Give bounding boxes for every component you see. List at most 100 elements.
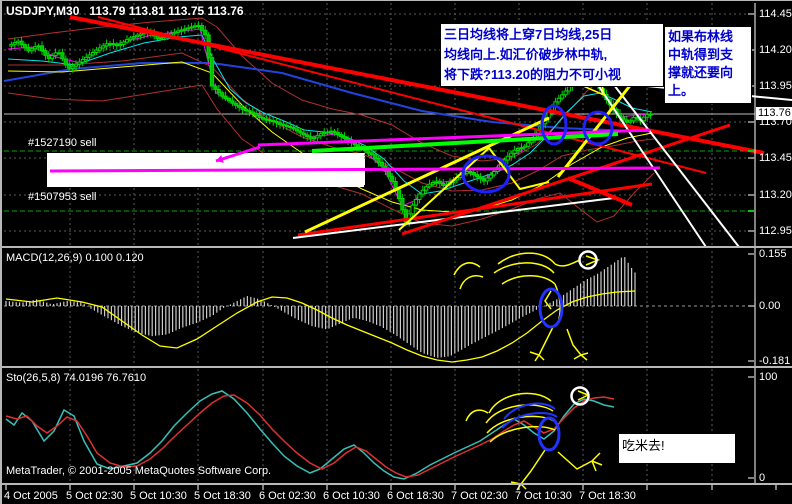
candle-body [226,98,232,102]
candle-body [220,92,225,97]
macd-bird-stroke [459,275,484,290]
candle-body [19,40,24,46]
candle-body [560,94,565,99]
candle-body [379,161,385,167]
annotation-box-ma-forecast[interactable]: 三日均线将上穿7日均线,25日 均线向上.如汇价破步林中轨, 将下跌?113.2… [440,23,664,87]
sto-bird-stroke [577,390,590,401]
macd-bird-body-ellipse [538,287,564,329]
sto-scale-label: 0 [759,472,766,484]
price-scale-label: 114.45 [759,8,792,20]
candle-body [101,45,106,49]
candle-body [308,136,313,139]
sto-bird-stroke [510,481,522,485]
trade-label-sell-2: #1507953 sell [28,191,97,203]
candle-body [471,172,476,176]
candle-body [240,106,245,110]
trend-line [613,84,740,248]
candle-body [63,58,68,66]
candle-body [233,102,238,106]
candle-body [16,40,21,44]
candle-body [223,95,228,100]
candle-body [141,32,147,35]
candle-body [509,152,514,157]
candle-body [464,171,470,174]
candle-body [393,181,398,191]
annotation-box-bollinger[interactable]: 如果布林线 中轨得到支 撑就还要向 上。 [664,26,752,104]
candle-body [318,133,323,137]
candle-body [359,146,364,150]
candle-body [345,138,351,142]
candle-body [230,100,235,104]
time-axis-label: 5 Oct 18:30 [194,490,251,502]
candle-body [546,111,551,119]
candle-body [56,52,62,55]
candle-body [124,39,130,43]
candle-body [213,85,218,90]
candle-body [80,59,85,63]
candle-body [604,93,609,101]
candle-body [46,54,51,59]
candle-body [67,64,72,69]
candle-body [441,182,446,186]
candle-body [298,130,303,134]
candle-body [475,174,480,178]
candle-body [648,113,653,116]
macd-bird-stroke [585,255,601,266]
mt4-chart-window[interactable]: USDJPY,M30 113.79 113.81 113.75 113.76 MA… [0,0,792,504]
price-scale-label: 113.20 [759,189,792,201]
candle-body [186,27,191,30]
candle-body [515,148,521,151]
candle-body [131,36,136,39]
candle-body [430,182,436,185]
trend-line [398,146,550,231]
candle-body [169,33,174,36]
candle-body [152,32,157,37]
time-axis-label: 7 Oct 10:30 [515,490,572,502]
candle-body [424,186,429,191]
candle-body [175,30,181,33]
copyright-label: MetaTrader, © 2001-2005 MetaQuotes Softw… [6,465,272,477]
candle-body [434,180,439,183]
time-axis-label: 7 Oct 02:30 [451,490,508,502]
candle-body [611,104,616,110]
candle-body [84,56,89,61]
candle-body [165,34,170,37]
candle-body [250,111,255,114]
candle-body [522,145,527,149]
candle-body [274,120,279,124]
candle-body [43,50,48,56]
candle-body [563,90,568,96]
candle-body [478,176,483,180]
price-scale-label: 114.20 [759,44,792,56]
candle-body [118,43,123,47]
candle-body [257,115,262,119]
annotation-box-chicken[interactable]: 吃米去! [619,434,735,463]
candle-body [410,204,415,215]
candle-body [600,88,606,95]
candle-body [447,181,453,185]
candle-body [237,104,242,108]
macd-bird-stroke [529,351,540,356]
candle-body [155,35,160,40]
current-price-badge: 113.76 [756,107,792,120]
macd-bird-stroke [580,352,589,356]
candle-body [342,136,347,140]
candle-body [645,114,650,118]
candle-body [121,41,126,45]
candle-body [553,101,558,108]
macd-bird-stroke [534,354,540,362]
candle-body [638,118,643,122]
macd-bird-stroke [544,290,552,310]
annotation-box-breakout[interactable]: 还可以这样画， 突破--回抽--继续上涨 [47,153,365,185]
candle-body [495,167,500,173]
candle-body [77,61,82,65]
candle-body [532,134,538,140]
candle-body [284,124,289,127]
candle-body [254,112,259,117]
candle-body [73,63,79,67]
trend-line [567,176,633,207]
candle-body [291,126,296,130]
sto-bird-stroke [520,449,546,485]
macd-bird-stroke [497,252,556,265]
sto-bird-stroke [591,460,603,466]
